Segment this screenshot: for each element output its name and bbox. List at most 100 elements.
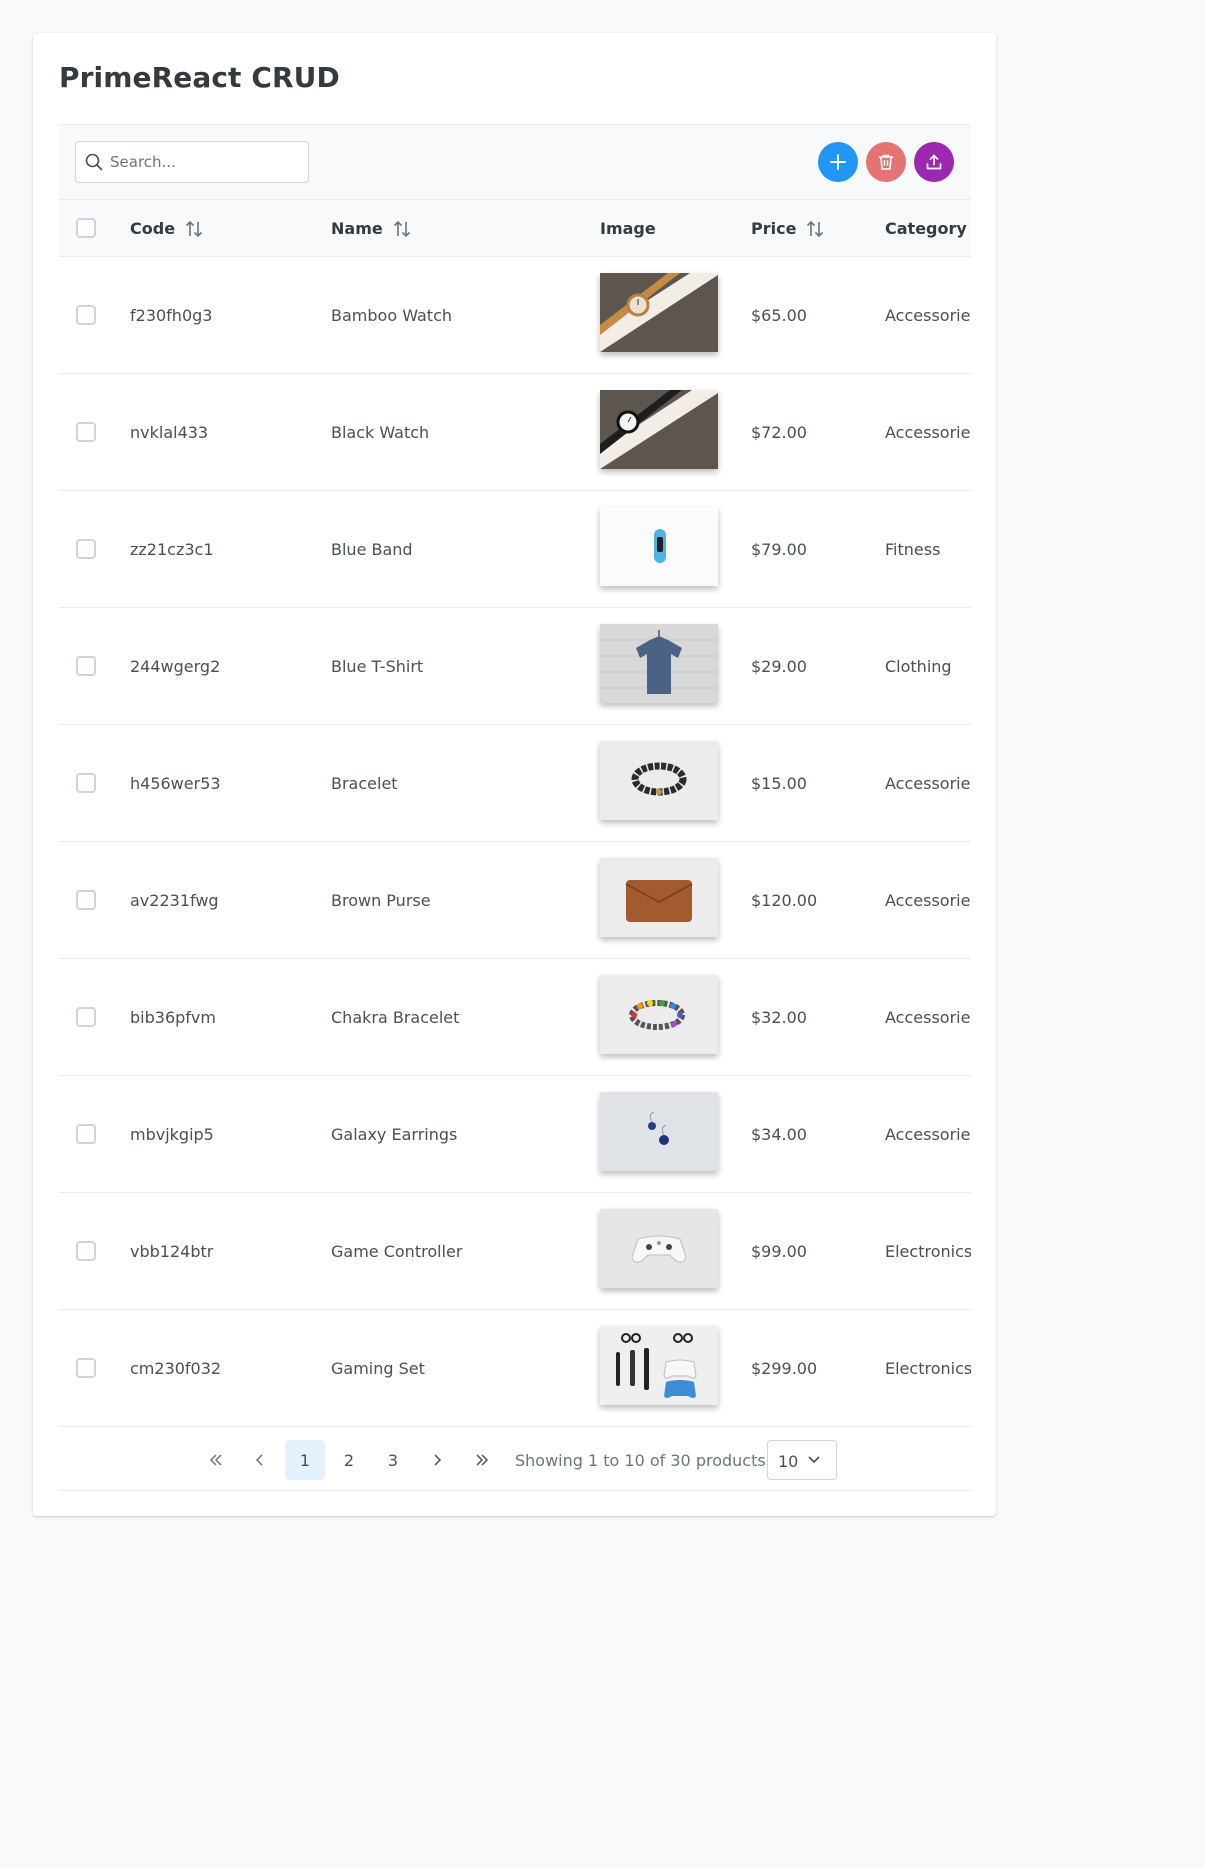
cell-category: Accessories — [885, 890, 971, 910]
column-header-name[interactable]: Name — [331, 200, 412, 257]
product-image — [600, 390, 718, 469]
row-checkbox[interactable] — [76, 1124, 96, 1144]
rows-per-page-dropdown[interactable]: 10 — [767, 1440, 837, 1480]
plus-icon — [830, 154, 846, 170]
export-button[interactable] — [914, 142, 954, 182]
chevron-left-icon — [255, 1454, 263, 1466]
table-row[interactable]: h456wer53 Bracelet $15.00 Accessories — [59, 725, 971, 842]
chevrons-left-icon — [209, 1454, 222, 1466]
cell-code: mbvjkgip5 — [130, 1124, 214, 1144]
sort-icon — [185, 220, 203, 237]
table-row[interactable]: nvklal433 Black Watch $72.00 Accessories — [59, 374, 971, 491]
cell-code: nvklal433 — [130, 422, 209, 442]
column-header-price[interactable]: Price — [751, 200, 825, 257]
next-page-button[interactable] — [417, 1440, 457, 1480]
cell-code: f230fh0g3 — [130, 305, 213, 325]
search-field[interactable] — [75, 141, 309, 183]
chevron-right-icon — [434, 1454, 442, 1466]
product-image — [600, 1092, 718, 1171]
cell-name: Chakra Bracelet — [331, 1007, 460, 1027]
row-checkbox[interactable] — [76, 422, 96, 442]
cell-price: $299.00 — [751, 1358, 818, 1378]
cell-name: Game Controller — [331, 1241, 463, 1261]
product-image — [600, 858, 718, 937]
row-checkbox[interactable] — [76, 539, 96, 559]
cell-price: $34.00 — [751, 1124, 807, 1144]
product-image — [600, 273, 718, 352]
product-image — [600, 624, 718, 703]
last-page-button[interactable] — [462, 1440, 502, 1480]
column-label: Image — [600, 219, 656, 238]
page-report: Showing 1 to 10 of 30 products — [515, 1450, 766, 1470]
row-checkbox[interactable] — [76, 1358, 96, 1378]
row-checkbox[interactable] — [76, 890, 96, 910]
prev-page-button[interactable] — [240, 1440, 280, 1480]
table-row[interactable]: 244wgerg2 Blue T-Shirt $29.00 Clothing — [59, 608, 971, 725]
cell-category: Accessories — [885, 1007, 971, 1027]
cell-category: Fitness — [885, 539, 941, 559]
cell-category: Accessories — [885, 422, 971, 442]
first-page-button[interactable] — [196, 1440, 236, 1480]
row-checkbox[interactable] — [76, 773, 96, 793]
table-toolbar — [59, 124, 971, 200]
row-checkbox[interactable] — [76, 1007, 96, 1027]
product-image — [600, 975, 718, 1054]
table-row[interactable]: vbb124btr Game Controller $99.00 Electronic… — [59, 1193, 971, 1310]
table-row[interactable]: zz21cz3c1 Blue Band $79.00 Fitness — [59, 491, 971, 608]
product-image — [600, 1209, 718, 1288]
search-icon — [85, 153, 103, 171]
chevron-down-icon — [808, 1456, 820, 1464]
cell-name: Blue Band — [331, 539, 413, 559]
search-input[interactable] — [110, 142, 300, 182]
rows-per-page-value: 10 — [778, 1452, 799, 1471]
products-card: PrimeReact CRUD Search... Code Name Imag… — [33, 33, 996, 1516]
paginator: 1 2 3 Showing 1 to 10 of 30 products 10 — [59, 1430, 971, 1491]
row-checkbox[interactable] — [76, 305, 96, 325]
cell-name: Bamboo Watch — [331, 305, 452, 325]
cell-code: vbb124btr — [130, 1241, 214, 1261]
table-header: Code Name Image Price Category — [59, 200, 971, 257]
products-table: Code Name Image Price Category f230fh0g3… — [59, 200, 971, 1427]
product-image — [600, 741, 718, 820]
page-button-2[interactable]: 2 — [329, 1440, 369, 1480]
delete-selected-button[interactable] — [866, 142, 906, 182]
row-checkbox[interactable] — [76, 1241, 96, 1261]
table-row[interactable]: mbvjkgip5 Galaxy Earrings $34.00 Accessorie… — [59, 1076, 971, 1193]
column-label: Category — [885, 219, 967, 238]
cell-price: $65.00 — [751, 305, 807, 325]
cell-code: zz21cz3c1 — [130, 539, 214, 559]
table-row[interactable]: bib36pfvm Chakra Bracelet $32.00 Accessorie… — [59, 959, 971, 1076]
cell-code: av2231fwg — [130, 890, 219, 910]
cell-price: $99.00 — [751, 1241, 807, 1261]
chevrons-right-icon — [476, 1454, 489, 1466]
row-checkbox[interactable] — [76, 656, 96, 676]
product-image — [600, 1326, 718, 1405]
cell-price: $79.00 — [751, 539, 807, 559]
table-row[interactable]: cm230f032 Gaming Set $299.00 Electronics — [59, 1310, 971, 1427]
cell-price: $72.00 — [751, 422, 807, 442]
select-all-checkbox[interactable] — [76, 218, 96, 238]
cell-price: $120.00 — [751, 890, 818, 910]
cell-price: $15.00 — [751, 773, 807, 793]
sort-icon — [393, 220, 410, 237]
column-label: Name — [331, 219, 383, 238]
cell-name: Black Watch — [331, 422, 430, 442]
table-body: f230fh0g3 Bamboo Watch $65.00 Accessories nv… — [59, 257, 971, 1427]
column-label: Code — [130, 219, 176, 238]
trash-icon — [878, 154, 894, 170]
column-header-code[interactable]: Code — [130, 200, 204, 257]
page-button-1[interactable]: 1 — [285, 1440, 325, 1480]
cell-category: Accessories — [885, 773, 971, 793]
cell-code: cm230f032 — [130, 1358, 222, 1378]
cell-code: h456wer53 — [130, 773, 221, 793]
cell-name: Galaxy Earrings — [331, 1124, 458, 1144]
table-row[interactable]: av2231fwg Brown Purse $120.00 Accessories — [59, 842, 971, 959]
column-label: Price — [751, 219, 797, 238]
add-product-button[interactable] — [818, 142, 858, 182]
sort-icon — [807, 220, 824, 237]
page-title: PrimeReact CRUD — [59, 61, 340, 94]
page-button-3[interactable]: 3 — [373, 1440, 413, 1480]
cell-name: Bracelet — [331, 773, 398, 793]
column-header-category[interactable]: Category — [885, 200, 971, 257]
table-row[interactable]: f230fh0g3 Bamboo Watch $65.00 Accessories — [59, 257, 971, 374]
